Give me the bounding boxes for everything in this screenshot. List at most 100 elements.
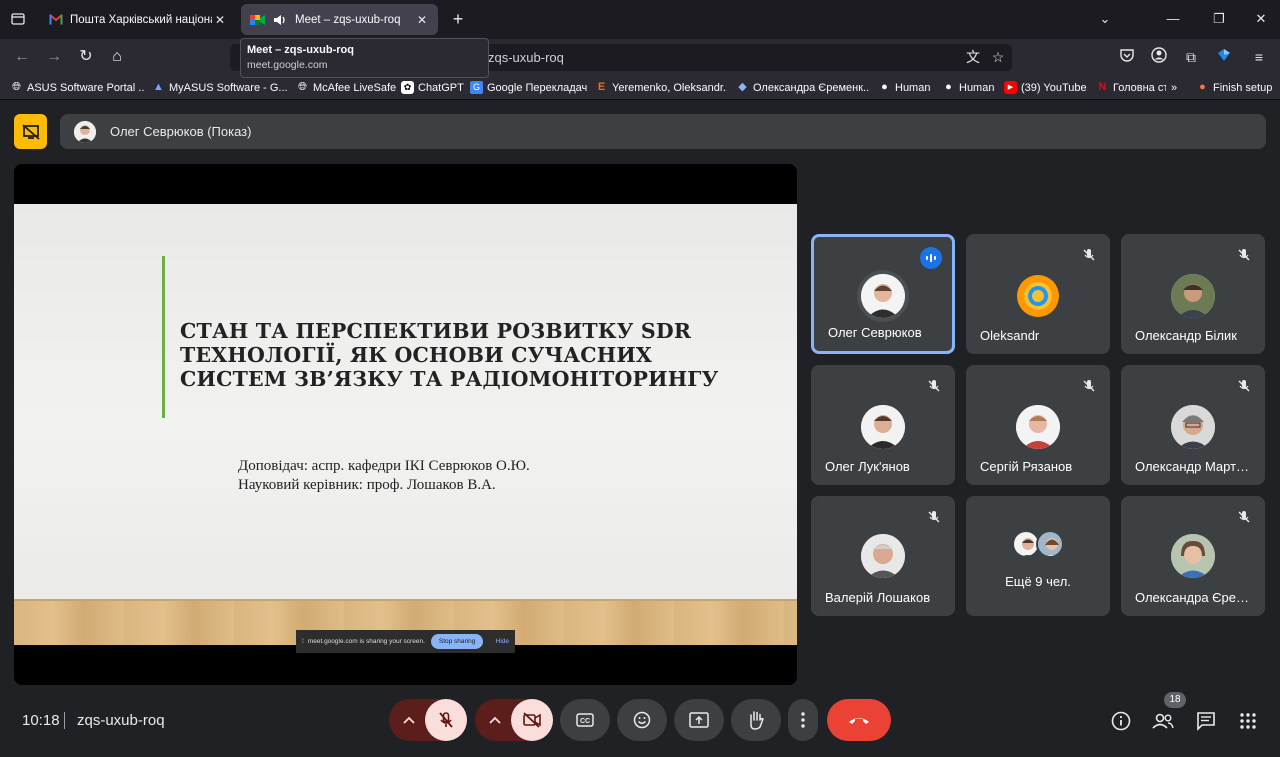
avatar bbox=[861, 405, 905, 449]
avatar bbox=[1171, 534, 1215, 578]
more-options-button[interactable] bbox=[788, 699, 818, 741]
more-participants-label: Ещё 9 чел. bbox=[1005, 574, 1071, 589]
reload-icon[interactable]: ↻ bbox=[76, 47, 96, 67]
camera-toggle-button[interactable] bbox=[511, 699, 553, 741]
meeting-time: 10:18 bbox=[22, 712, 60, 729]
extensions-icon[interactable]: ⧉ bbox=[1180, 47, 1202, 67]
avatar bbox=[1016, 274, 1060, 318]
captions-button[interactable]: CC bbox=[560, 699, 610, 741]
audio-options-chevron-icon[interactable] bbox=[403, 713, 415, 727]
bookmark-item[interactable]: ● Finish setup bbox=[1196, 80, 1276, 95]
mic-off-icon bbox=[1078, 375, 1100, 397]
hide-button[interactable]: Hide bbox=[496, 638, 509, 645]
participant-name: Oleksandr bbox=[980, 328, 1040, 343]
tab-meet[interactable]: Meet – zqs-uxub-roq ✕ bbox=[241, 4, 438, 35]
slide-speaker: Доповідач: аспр. кафедри ІКІ Севрюков О.… bbox=[238, 458, 530, 474]
bookmark-item[interactable]: ▶ (39) YouTube bbox=[1004, 80, 1090, 95]
slide-subtitle: Доповідач: аспр. кафедри ІКІ Севрюков О.… bbox=[238, 457, 530, 495]
leave-call-button[interactable] bbox=[827, 699, 891, 741]
gmail-icon bbox=[48, 12, 64, 28]
speaker-icon[interactable] bbox=[271, 12, 287, 28]
closed-captions-icon: CC bbox=[576, 713, 594, 727]
share-notice-text: meet.google.com is sharing your screen. bbox=[307, 638, 425, 645]
translate-icon[interactable]: 文 bbox=[962, 47, 984, 67]
bookmark-item[interactable]: G Google Перекладач bbox=[470, 80, 588, 95]
participant-tile[interactable]: Сергій Рязанов bbox=[966, 365, 1110, 485]
bookmark-item[interactable]: ✿ ChatGPT bbox=[401, 80, 465, 95]
bookmark-label: Finish setup bbox=[1213, 81, 1273, 94]
vpn-shield-icon[interactable] bbox=[1213, 47, 1235, 67]
presenter-bar: Олег Севрюков (Показ) bbox=[60, 114, 1266, 149]
people-icon[interactable] bbox=[1151, 709, 1175, 733]
tooltip-title: Meet – zqs-uxub-roq bbox=[247, 44, 354, 56]
bookmark-item[interactable]: 🌐︎ McAfee LiveSafe bbox=[296, 80, 396, 95]
microphone-toggle-button[interactable] bbox=[425, 699, 467, 741]
close-tab-icon[interactable]: ✕ bbox=[414, 13, 430, 27]
participant-tile[interactable]: Олександр Март… bbox=[1121, 365, 1265, 485]
bookmark-item[interactable]: 🌐︎ ASUS Software Portal ... bbox=[10, 80, 145, 95]
navigation-toolbar: ← → ↻ ⌂ zqs-uxub-roq 文 ☆ ⧉ ≡ bbox=[0, 39, 1280, 75]
pocket-icon[interactable] bbox=[1116, 47, 1138, 67]
bookmark-star-icon[interactable]: ☆ bbox=[987, 47, 1009, 67]
app-menu-icon[interactable]: ≡ bbox=[1248, 47, 1270, 67]
more-participants-tile[interactable]: Ещё 9 чел. bbox=[966, 496, 1110, 616]
participant-name: Олег Лук'янов bbox=[825, 459, 910, 474]
participant-name: Олександр Білик bbox=[1135, 328, 1237, 343]
mic-off-icon bbox=[1233, 375, 1255, 397]
bookmark-item[interactable]: ● Human bbox=[878, 80, 936, 95]
bookmark-label: MyASUS Software - G... bbox=[169, 81, 287, 94]
diamond-icon: ◆ bbox=[738, 81, 747, 93]
slide-title-line: ТЕХНОЛОГІЇ, ЯК ОСНОВИ СУЧАСНИХ bbox=[180, 343, 653, 367]
mic-off-icon bbox=[1078, 244, 1100, 266]
avatar bbox=[861, 534, 905, 578]
bookmark-item[interactable]: ◆ Олександра Єременк... bbox=[736, 80, 869, 95]
slide-advisor: Науковий керівник: проф. Лошаков В.А. bbox=[238, 477, 496, 493]
close-tab-icon[interactable]: ✕ bbox=[212, 13, 228, 27]
reactions-button[interactable] bbox=[617, 699, 667, 741]
tooltip-url: meet.google.com bbox=[247, 59, 328, 71]
stop-sharing-button[interactable]: Stop sharing bbox=[430, 634, 484, 649]
e-icon: E bbox=[597, 81, 606, 93]
account-icon[interactable] bbox=[1148, 47, 1170, 67]
bookmark-item[interactable]: ▲ MyASUS Software - G... bbox=[152, 80, 287, 95]
bookmark-item[interactable]: ● Human bbox=[942, 80, 998, 95]
participant-tile[interactable]: Oleksandr bbox=[966, 234, 1110, 354]
chat-icon[interactable] bbox=[1194, 709, 1218, 733]
bookmarks-overflow-icon[interactable]: » bbox=[1171, 80, 1185, 95]
participant-tile[interactable]: Олег Лук'янов bbox=[811, 365, 955, 485]
tab-gmail[interactable]: Пошта Харківський національн ✕ bbox=[40, 4, 236, 35]
slide-accent-line bbox=[162, 256, 165, 418]
presentation-icon[interactable] bbox=[14, 114, 47, 149]
bookmark-item[interactable]: N Головна ст bbox=[1096, 80, 1166, 95]
bookmark-label: Human bbox=[959, 81, 995, 94]
participant-tile[interactable]: Олег Севрюков bbox=[811, 234, 955, 354]
participant-tile[interactable]: Олександр Білик bbox=[1121, 234, 1265, 354]
minimize-icon[interactable]: — bbox=[1160, 9, 1186, 29]
drag-handle-icon[interactable]: ⁞ bbox=[302, 638, 304, 645]
present-screen-button[interactable] bbox=[674, 699, 724, 741]
hang-up-icon bbox=[849, 718, 869, 724]
raise-hand-button[interactable] bbox=[731, 699, 781, 741]
tab-overflow-chevron-icon[interactable]: ⌄ bbox=[1092, 9, 1118, 29]
home-icon[interactable]: ⌂ bbox=[107, 47, 127, 67]
close-window-icon[interactable]: ✕ bbox=[1248, 9, 1274, 29]
back-icon[interactable]: ← bbox=[12, 47, 32, 67]
bookmark-item[interactable]: E Yeremenko, Oleksandr... bbox=[595, 80, 727, 95]
participant-tile[interactable]: Валерій Лошаков bbox=[811, 496, 955, 616]
camera-off-icon bbox=[523, 712, 541, 728]
address-text[interactable]: zqs-uxub-roq bbox=[488, 50, 564, 65]
restore-icon[interactable]: ❐ bbox=[1206, 9, 1232, 29]
globe-icon: 🌐︎ bbox=[12, 81, 21, 93]
new-tab-icon[interactable]: + bbox=[448, 9, 468, 29]
participant-tile[interactable]: Олександра Єре… bbox=[1121, 496, 1265, 616]
activities-grid-icon[interactable] bbox=[1236, 709, 1260, 733]
meeting-info-icon[interactable] bbox=[1109, 709, 1133, 733]
avatar bbox=[1171, 405, 1215, 449]
more-vert-icon bbox=[801, 712, 805, 728]
forward-icon[interactable]: → bbox=[44, 47, 64, 67]
list-all-tabs-icon[interactable] bbox=[8, 9, 28, 29]
bookmark-label: Google Перекладач bbox=[487, 81, 588, 94]
video-options-chevron-icon[interactable] bbox=[489, 711, 501, 729]
emoji-icon bbox=[633, 711, 651, 729]
tab-tooltip: Meet – zqs-uxub-roq meet.google.com bbox=[240, 38, 489, 78]
